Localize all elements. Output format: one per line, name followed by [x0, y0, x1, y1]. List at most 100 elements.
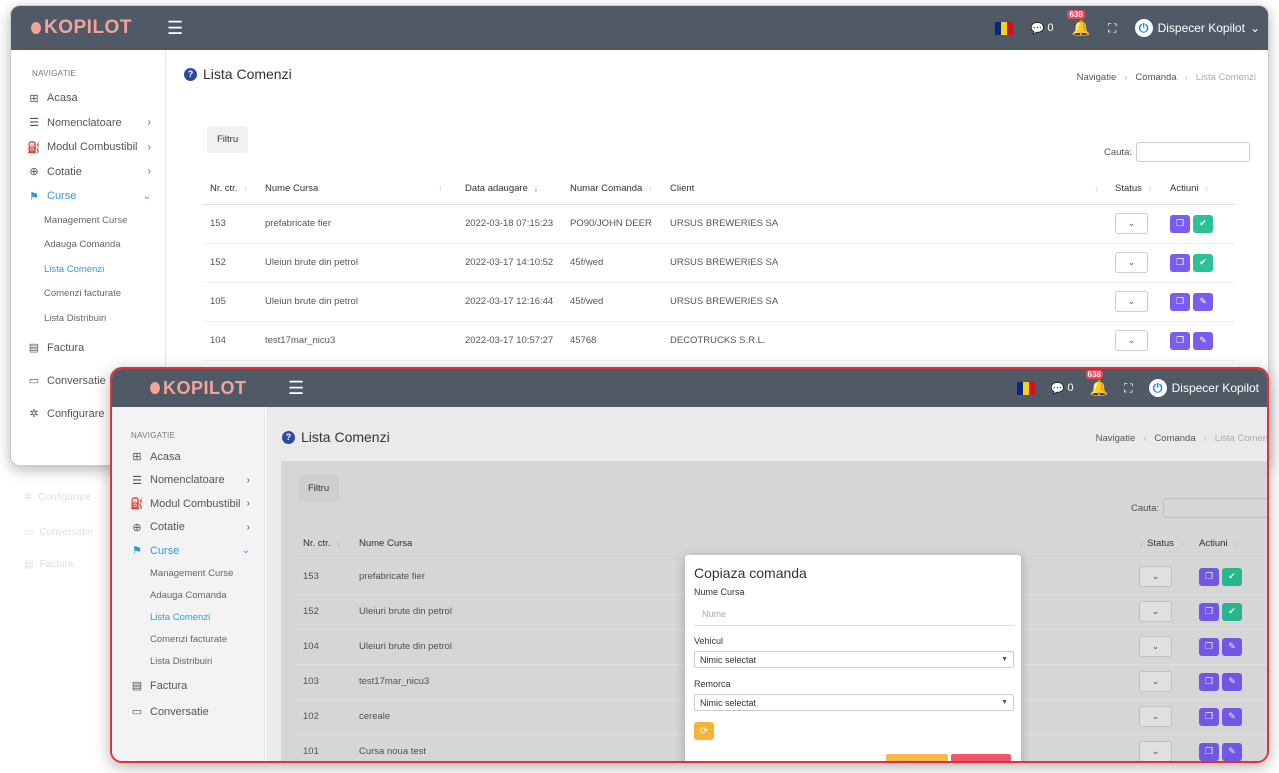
confirm-button[interactable]: CONFIRMA [950, 754, 1011, 761]
chevron-right-icon: › [147, 117, 151, 129]
user-menu[interactable]: ⏻ Dispecer Kopilot ⌄ [1134, 19, 1260, 37]
list-icon: ☰ [132, 474, 142, 487]
nume-cursa-label: Nume Cursa [694, 587, 745, 597]
status-select[interactable]: ⌄ [1115, 330, 1148, 351]
check-button[interactable]: ✔ [1193, 214, 1213, 233]
menu-toggle-icon[interactable]: ☰ [167, 18, 183, 39]
copy-button[interactable]: ❐ [1170, 292, 1190, 311]
notifications-button[interactable]: 🔔 638 [1067, 10, 1091, 37]
subitem-lista-distribuiri[interactable]: Lista Distribuiri [112, 651, 264, 673]
notifications-button[interactable]: 🔔 638 [1085, 370, 1109, 397]
breadcrumb: Navigatie › Comanda › Lista Comenzi [1076, 72, 1256, 83]
language-flag-icon[interactable] [994, 21, 1013, 35]
fullscreen-icon[interactable]: ⛶ [1124, 381, 1132, 396]
col-data-adaugare[interactable]: Data adaugare ↓ [458, 173, 563, 205]
sidebar-item-modul-combustibil[interactable]: ⛽ Modul Combustibil › [11, 135, 165, 160]
fullscreen-icon[interactable]: ⛶ [1108, 21, 1116, 36]
col-client[interactable]: Client ↕ [663, 173, 1108, 205]
col-status[interactable]: Status ↕ [1108, 173, 1163, 205]
sidebar-item-acasa[interactable]: ⊞ Acasa [112, 445, 264, 469]
copy-button[interactable]: ❐ [1170, 214, 1190, 233]
search-box: Cauta: [1104, 142, 1250, 162]
sidebar-item-acasa[interactable]: ⊞ Acasa [11, 86, 165, 111]
user-name: Dispecer Kopilot [1157, 21, 1245, 35]
subitem-management-curse[interactable]: Management Curse [11, 209, 165, 234]
menu-toggle-icon[interactable]: ☰ [288, 378, 304, 399]
chevron-right-icon: › [246, 474, 250, 486]
remorca-select[interactable]: Nimic selectat ▼ [694, 694, 1014, 711]
bell-icon: 🔔 [1089, 380, 1109, 397]
chevron-right-icon: › [246, 521, 250, 533]
sidebar-item-cotatie[interactable]: ⊕ Cotatie › [11, 160, 165, 185]
sidebar-item-conversatie[interactable]: ▭ Conversatie [112, 699, 264, 725]
sidebar-heading: NAVIGATIE [32, 69, 77, 78]
sidebar-item-factura[interactable]: ▤ Factura [11, 331, 165, 364]
subitem-comenzi-facturate[interactable]: Comenzi facturate [112, 629, 264, 651]
copy-button[interactable]: ❐ [1170, 331, 1190, 350]
caret-down-icon: ▼ [1001, 699, 1008, 706]
vehicul-select[interactable]: Nimic selectat ▼ [694, 651, 1014, 668]
edit-button[interactable]: ✎ [1193, 292, 1213, 311]
copy-order-modal: Copiaza comanda Nume Cursa Nume Vehicul … [685, 555, 1021, 761]
chat-icon: 💬 [1030, 22, 1045, 35]
invoice-icon: ▤ [131, 680, 143, 692]
copy-button[interactable]: ❐ [1170, 253, 1190, 272]
chevron-right-icon: › [246, 498, 250, 510]
status-select[interactable]: ⌄ [1115, 291, 1148, 312]
app-logo[interactable]: KOPILOT [31, 17, 146, 39]
sidebar-item-nomenclatoare[interactable]: ☰ Nomenclatoare › [112, 469, 264, 493]
breadcrumb-comanda[interactable]: Comanda [1135, 72, 1176, 83]
search-label: Cauta: [1104, 146, 1132, 158]
edit-button[interactable]: ✎ [1193, 331, 1213, 350]
sidebar-item-curse[interactable]: ⚑ Curse ⌄ [112, 539, 264, 563]
refresh-icon[interactable]: ⟳ [694, 722, 714, 740]
check-button[interactable]: ✔ [1193, 253, 1213, 272]
status-select[interactable]: ⌄ [1115, 213, 1148, 234]
subitem-adauga-comanda[interactable]: Adauga Comanda [11, 233, 165, 258]
sidebar-item-cotatie[interactable]: ⊕ Cotatie › [112, 516, 264, 540]
col-nume-cursa[interactable]: Nume Cursa ↕ [258, 173, 458, 205]
page-title: ? Lista Comenzi [184, 66, 292, 82]
search-input[interactable] [1136, 142, 1250, 162]
breadcrumb-navigatie[interactable]: Navigatie [1077, 72, 1117, 83]
filter-button[interactable]: Filtru [207, 126, 249, 153]
chevron-down-icon: ⌄ [1249, 21, 1260, 35]
sidebar-item-nomenclatoare[interactable]: ☰ Nomenclatoare › [11, 111, 165, 136]
col-nr-ctr[interactable]: Nr. ctr. ↕ [203, 173, 258, 205]
subitem-lista-comenzi[interactable]: Lista Comenzi [11, 258, 165, 283]
cancel-button[interactable]: ANULEAZA [886, 754, 948, 761]
table-row: 105 Uleiuri brute din petrol 2022-03-17 … [203, 282, 1235, 322]
logo-text: KOPILOT [44, 17, 132, 38]
status-select[interactable]: ⌄ [1115, 252, 1148, 273]
col-numar-comanda[interactable]: Numar Comanda ↕ [563, 173, 663, 205]
app-logo-2[interactable]: KOPILOT [150, 378, 258, 399]
language-flag-icon[interactable] [1016, 381, 1035, 395]
question-icon: ? [184, 67, 197, 81]
logo-pin-icon [31, 22, 41, 34]
bell-icon: 🔔 [1071, 20, 1091, 37]
orders-table: Nr. ctr. ↕ Nume Cursa ↕ Data adaugare ↓ Num… [203, 173, 1235, 361]
modal-title: Copiaza comanda [694, 565, 807, 581]
breadcrumb-lista-comenzi: Lista Comenzi [1195, 72, 1256, 83]
chat-button[interactable]: 💬 0 [1051, 382, 1074, 395]
subitem-lista-comenzi[interactable]: Lista Comenzi [112, 607, 264, 629]
power-icon: ⏻ [1148, 379, 1167, 397]
user-menu[interactable]: ⏻ Dispecer Kopilot [1148, 379, 1259, 397]
notification-badge: 638 [1067, 10, 1085, 19]
globe-icon: ⊕ [132, 521, 142, 534]
sidebar-item-factura[interactable]: ▤ Factura [112, 673, 264, 699]
chevron-down-icon: ⌄ [142, 190, 151, 202]
table-row: 152 Uleiuri brute din petrol 2022-03-17 … [203, 243, 1235, 283]
subitem-comenzi-facturate[interactable]: Comenzi facturate [11, 282, 165, 307]
sidebar-item-modul-combustibil[interactable]: ⛽ Modul Combustibil › [112, 492, 264, 516]
chat-button[interactable]: 💬 0 [1031, 22, 1054, 35]
page-title: ? Lista Comenzi [282, 429, 390, 445]
sidebar-item-curse[interactable]: ⚑ Curse ⌄ [11, 184, 165, 209]
nume-cursa-input[interactable]: Nume [694, 602, 1014, 626]
col-actiuni[interactable]: Actiuni ↕ [1163, 173, 1235, 205]
reflection-factura: ▤ Factura [24, 559, 74, 570]
subitem-lista-distribuiri[interactable]: Lista Distribuiri [11, 307, 165, 332]
subitem-adauga-comanda[interactable]: Adauga Comanda [112, 585, 264, 607]
subitem-management-curse[interactable]: Management Curse [112, 563, 264, 585]
flag-icon: ⚑ [29, 190, 39, 203]
